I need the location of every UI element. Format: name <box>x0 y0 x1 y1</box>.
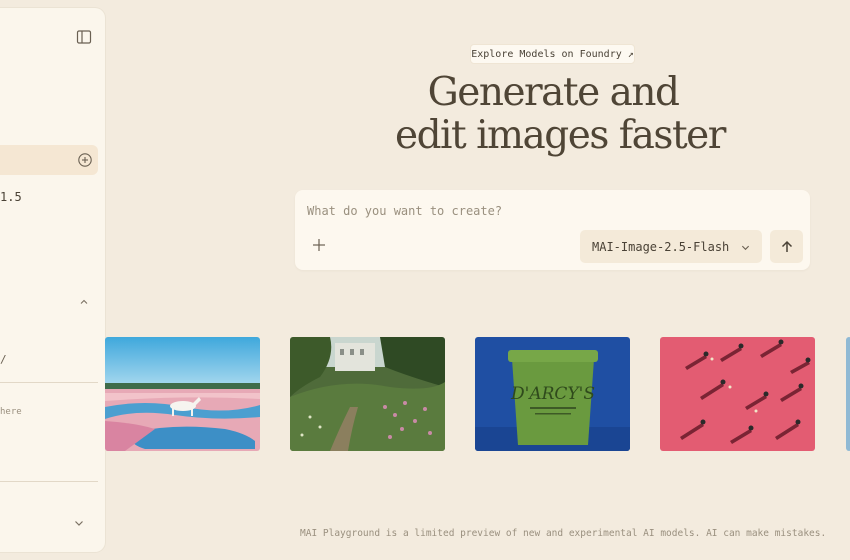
chevron-down-icon <box>741 245 750 251</box>
sidebar-panel-icon[interactable] <box>76 29 92 45</box>
headline-line-1: Generate and <box>427 70 680 115</box>
model-select-value: MAI-Image-2.5-Flash <box>592 239 730 254</box>
tub-brand-text: D'ARCY'S <box>510 384 595 404</box>
chevron-up-icon[interactable] <box>78 296 90 308</box>
explore-models-link[interactable]: Explore Models on Foundry ↗ <box>470 44 635 64</box>
headline-line-2: edit images faster <box>395 112 726 158</box>
chevron-down-icon[interactable] <box>73 517 85 529</box>
plus-circle-icon[interactable] <box>77 152 93 168</box>
gallery-item-partial[interactable] <box>846 337 850 451</box>
garden-image <box>290 337 445 451</box>
gallery-item-ice-cream[interactable]: D'ARCY'S <box>475 337 630 451</box>
sidebar-divider <box>0 481 98 482</box>
gallery-item-horse[interactable] <box>105 337 260 451</box>
partial-image <box>846 337 850 451</box>
ice-cream-tub-image: D'ARCY'S <box>475 337 630 451</box>
aerial-people-image <box>660 337 815 451</box>
sidebar-here-text: here <box>0 407 22 417</box>
gallery-item-aerial[interactable] <box>660 337 815 451</box>
arrow-up-icon <box>781 240 792 252</box>
sidebar-version-text[interactable]: 1.5 <box>0 190 22 204</box>
page-title: Generate and edit images faster <box>395 70 726 158</box>
horse-lagoon-image <box>105 337 260 451</box>
sidebar-divider <box>0 382 98 383</box>
prompt-input[interactable] <box>307 200 777 222</box>
sidebar-slash-text: / <box>0 353 7 366</box>
model-select[interactable]: MAI-Image-2.5-Flash <box>580 230 762 263</box>
send-button[interactable] <box>770 230 803 263</box>
plus-icon[interactable] <box>312 238 326 252</box>
disclaimer-text: MAI Playground is a limited preview of n… <box>300 528 827 539</box>
gallery-item-garden[interactable] <box>290 337 445 451</box>
prompt-composer: MAI-Image-2.5-Flash <box>295 190 810 270</box>
sidebar: 1.5 / here <box>0 8 105 552</box>
